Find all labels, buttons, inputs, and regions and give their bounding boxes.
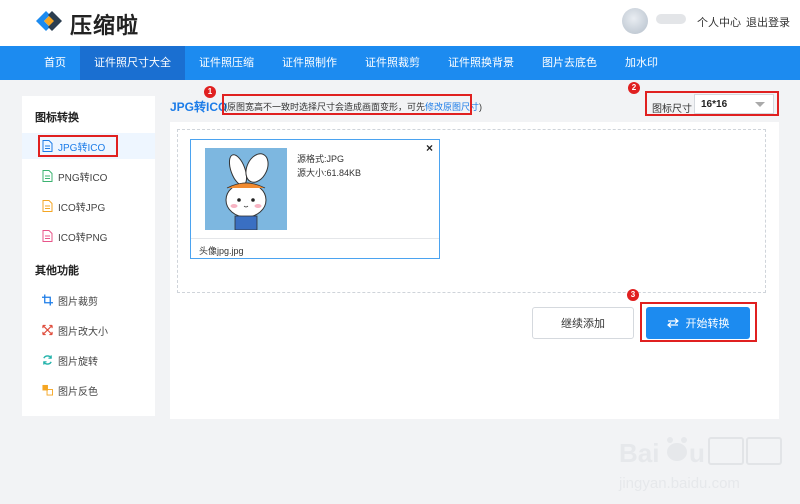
page-title: JPG转ICO <box>170 100 228 114</box>
file-doc-icon <box>42 230 53 242</box>
add-more-button[interactable]: 继续添加 <box>532 307 634 339</box>
sidebar-item-ico-to-png[interactable]: ICO转PNG <box>22 223 155 249</box>
logo-icon[interactable] <box>34 8 64 34</box>
sidebar-section-icon-convert: 图标转换 <box>35 112 79 124</box>
sidebar: 图标转换 JPG转ICO PNG转ICO ICO转JPG ICO转PNG 其他功… <box>22 96 155 416</box>
nav-home[interactable]: 首页 <box>30 46 80 80</box>
user-center-link[interactable]: 个人中心 <box>697 14 741 30</box>
sidebar-item-jpg-to-ico[interactable]: JPG转ICO <box>22 133 155 159</box>
remove-file-icon[interactable]: × <box>426 141 433 155</box>
start-convert-label: 开始转换 <box>685 318 730 330</box>
top-header: 压缩啦 个人中心 退出登录 <box>0 0 800 46</box>
nav-id-photo-compress[interactable]: 证件照压缩 <box>185 46 268 80</box>
file-doc-icon <box>42 140 53 152</box>
brand-name[interactable]: 压缩啦 <box>70 8 139 40</box>
nav-id-photo-make[interactable]: 证件照制作 <box>268 46 351 80</box>
step-badge-3: 3 <box>627 289 639 301</box>
sidebar-item-label: ICO转PNG <box>58 232 108 244</box>
sidebar-item-label: JPG转ICO <box>58 142 106 154</box>
file-name: 头像jpg.jpg <box>199 246 244 256</box>
step-badge-2: 2 <box>628 82 640 94</box>
source-size: 源大小:61.84KB <box>297 168 362 178</box>
notice-close-paren: ) <box>479 102 483 112</box>
sidebar-item-png-to-ico[interactable]: PNG转ICO <box>22 163 155 189</box>
nav-id-photo-background[interactable]: 证件照换背景 <box>434 46 528 80</box>
nav-remove-background[interactable]: 图片去底色 <box>528 46 611 80</box>
user-avatar[interactable] <box>622 8 648 34</box>
username-placeholder <box>656 14 686 24</box>
swap-arrows-icon <box>666 318 679 328</box>
sidebar-item-ico-to-jpg[interactable]: ICO转JPG <box>22 193 155 219</box>
chevron-down-icon <box>755 102 765 107</box>
resize-arrows-icon <box>42 324 53 336</box>
invert-color-icon <box>42 384 53 396</box>
sidebar-item-resize[interactable]: 图片改大小 <box>22 317 155 343</box>
nav-id-photo-crop[interactable]: 证件照裁剪 <box>351 46 434 80</box>
card-divider <box>191 238 439 239</box>
icon-size-value: 16*16 <box>701 98 728 110</box>
rotate-icon <box>43 355 52 365</box>
sidebar-item-label: 图片反色 <box>58 386 98 398</box>
svg-text:u: u <box>689 438 705 468</box>
baidu-jingyan-watermark: Bai u jingyan.baidu.com <box>618 437 782 492</box>
file-doc-icon <box>42 170 53 182</box>
start-convert-button[interactable]: 开始转换 <box>646 307 750 339</box>
sidebar-section-other: 其他功能 <box>35 265 79 277</box>
sidebar-item-label: 图片旋转 <box>58 356 98 368</box>
uploaded-file-card: × 源格式:JPG 源大小:61.84KB 头像jpg.jpg <box>190 139 440 259</box>
sidebar-item-label: 图片改大小 <box>58 326 108 338</box>
sidebar-item-rotate[interactable]: 图片旋转 <box>22 347 155 373</box>
icon-size-select[interactable]: 16*16 <box>694 94 774 114</box>
file-doc-icon <box>42 200 53 212</box>
svg-text:jingyan.baidu.com: jingyan.baidu.com <box>618 475 740 492</box>
sidebar-item-label: 图片裁剪 <box>58 296 98 308</box>
logout-link[interactable]: 退出登录 <box>746 14 790 30</box>
icon-size-label: 图标尺寸 <box>652 104 692 115</box>
source-format: 源格式:JPG <box>297 154 345 164</box>
crop-icon <box>42 294 53 306</box>
main-nav: 首页 证件照尺寸大全 证件照压缩 证件照制作 证件照裁剪 证件照换背景 图片去底… <box>0 46 800 80</box>
nav-id-photo-sizes[interactable]: 证件照尺寸大全 <box>80 46 185 80</box>
size-notice: (原图宽高不一致时选择尺寸会造成画面变形，可先修改原图尺寸) <box>224 100 482 113</box>
sidebar-item-invert[interactable]: 图片反色 <box>22 377 155 403</box>
sidebar-item-crop[interactable]: 图片裁剪 <box>22 287 155 313</box>
sidebar-item-label: PNG转ICO <box>58 172 108 184</box>
sidebar-item-label: ICO转JPG <box>58 202 106 214</box>
svg-text:Bai: Bai <box>619 438 659 468</box>
step-badge-1: 1 <box>204 86 216 98</box>
nav-add-watermark[interactable]: 加水印 <box>611 46 672 80</box>
resize-original-link[interactable]: 修改原图尺寸 <box>425 102 479 112</box>
file-thumbnail <box>205 148 287 230</box>
notice-text: (原图宽高不一致时选择尺寸会造成画面变形，可先 <box>224 102 425 112</box>
rabbit-image <box>205 148 287 230</box>
